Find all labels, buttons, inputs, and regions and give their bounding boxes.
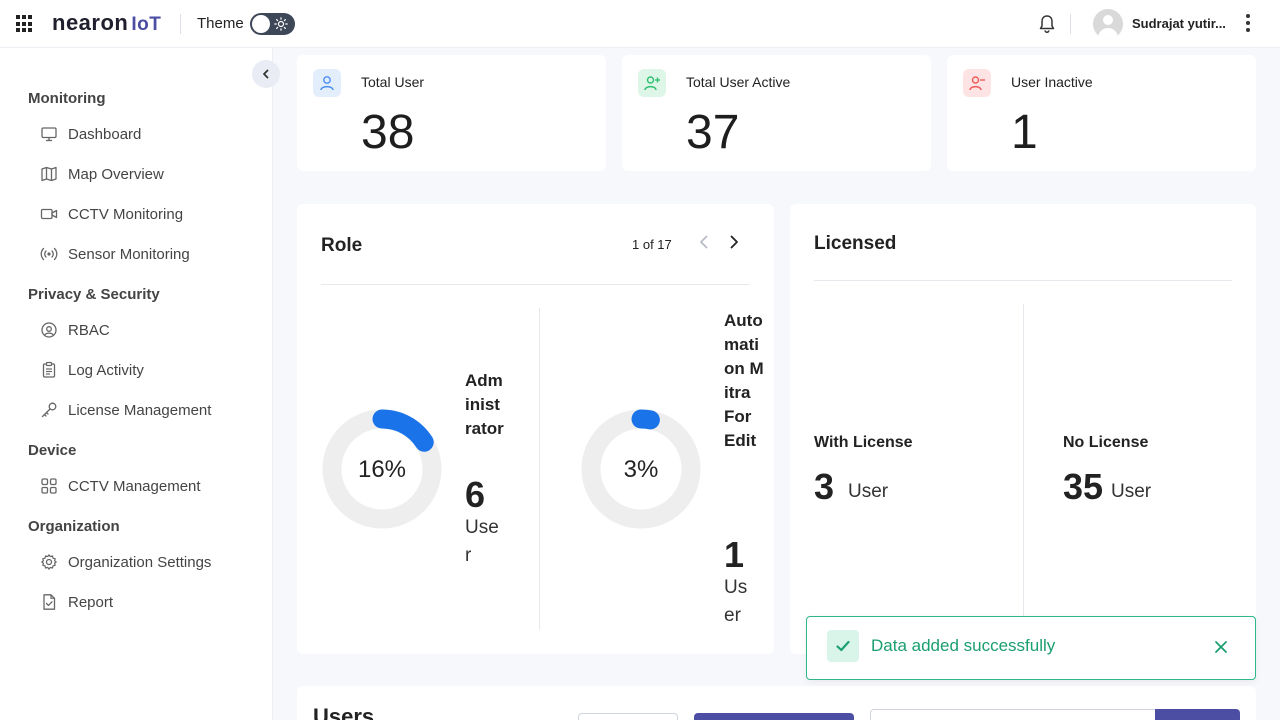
chevron-left-icon[interactable] [697,234,711,250]
users-search-button[interactable] [1155,709,1240,720]
sidebar-item-map-overview[interactable]: Map Overview [40,162,164,186]
header-divider [180,14,181,34]
theme-toggle[interactable] [250,13,295,35]
no-license-label: No License [1063,434,1149,451]
sidebar: Monitoring Dashboard Map Overview CCTV M… [0,48,280,720]
more-menu-icon[interactable] [1245,14,1251,34]
sidebar-item-license-management[interactable]: License Management [40,398,211,422]
bell-icon[interactable] [1036,13,1058,35]
sidebar-item-label: Sensor Monitoring [68,245,190,263]
user-icon [313,69,341,97]
stat-label: Total User Active [686,74,791,90]
sidebar-item-report[interactable]: Report [40,590,113,614]
check-icon [827,630,859,662]
sidebar-item-rbac[interactable]: RBAC [40,318,110,342]
apps-grid-icon[interactable] [16,15,34,33]
sidebar-item-cctv-management[interactable]: CCTV Management [40,474,201,498]
donut-arc [372,409,434,452]
users-add-button[interactable] [694,713,854,720]
clipboard-icon [42,361,56,378]
role-name: Administrator [465,371,504,438]
section-title-device: Device [28,442,77,459]
role-count: 6 [465,474,486,515]
role-count: 1 [724,534,745,575]
stat-label: User Inactive [1011,74,1093,90]
stat-value: 38 [361,106,415,159]
sidebar-item-label: RBAC [68,321,110,339]
header-divider [1070,14,1071,34]
rbac-icon [41,322,57,338]
stat-card-total-user: Total User 38 [297,55,606,171]
close-icon[interactable] [1213,639,1229,655]
donut-arc [631,409,660,430]
sidebar-item-log-activity[interactable]: Log Activity [40,358,144,382]
role-card-title: Role [321,235,363,256]
role-unit: User [465,517,499,566]
sidebar-item-label: CCTV Monitoring [68,205,184,223]
user-name[interactable]: Sudrajat yutir... [1132,16,1226,31]
sidebar-item-label: License Management [68,401,212,419]
role-percent-label: 16% [357,456,407,483]
with-license-value: 3 [814,466,835,507]
stat-value: 1 [1011,106,1038,159]
map-icon [41,166,57,182]
users-card-title: Users [313,704,375,720]
role-pager-text: 1 of 17 [632,237,672,252]
sidebar-item-label: Dashboard [68,125,142,143]
app-logo[interactable]: nearon IoT [52,10,161,36]
stat-value: 37 [686,106,740,159]
toast-message: Data added successfully [871,636,1056,655]
collapse-sidebar-button[interactable] [252,60,280,88]
sidebar-item-label: Log Activity [68,361,144,379]
grid-icon [41,478,57,494]
sidebar-item-label: Report [68,593,114,611]
licensed-column-divider [1023,304,1024,634]
chevron-left-icon [263,69,269,79]
role-unit: User [724,577,748,626]
top-bar: nearon IoT Theme Sudrajat yutir... [0,0,1280,48]
sidebar-item-sensor-monitoring[interactable]: Sensor Monitoring [40,242,190,266]
monitor-icon [41,127,57,142]
sidebar-item-label: CCTV Management [68,477,201,495]
gear-icon [41,554,57,570]
licensed-card-title: Licensed [814,233,897,254]
role-percent-label: 3% [623,456,659,483]
sensor-icon [40,247,58,261]
role-name: Automation Mitra For Edit [724,311,764,450]
video-camera-icon [40,208,58,220]
users-search-input[interactable] [870,709,1160,720]
with-license-label: With License [814,434,913,451]
stat-card-user-inactive: User Inactive 1 [947,55,1256,171]
avatar[interactable] [1093,9,1123,39]
chevron-right-icon[interactable] [727,234,741,250]
no-license-unit: User [1111,481,1152,502]
licensed-divider [814,280,1232,281]
section-title-monitoring: Monitoring [28,90,106,107]
key-icon [41,402,57,418]
sidebar-item-label: Organization Settings [68,553,212,571]
stat-label: Total User [361,74,425,90]
users-filter-button[interactable] [578,713,678,720]
sidebar-item-dashboard[interactable]: Dashboard [40,122,141,146]
section-title-privacy-security: Privacy & Security [28,286,160,303]
toggle-knob [252,15,270,33]
document-check-icon [43,594,56,610]
role-card: Role 1 of 17 16% Administrator 6 User 3%… [297,204,774,654]
licensed-card: Licensed With License 3 User No License … [790,204,1256,654]
theme-label: Theme [197,15,244,32]
stat-card-total-user-active: Total User Active 37 [622,55,931,171]
sidebar-item-cctv-monitoring[interactable]: CCTV Monitoring [40,202,183,226]
sun-icon [274,17,288,31]
sidebar-item-organization-settings[interactable]: Organization Settings [40,550,211,574]
role-divider [321,284,750,285]
section-title-organization: Organization [28,518,120,535]
role-column-divider [539,308,540,630]
with-license-unit: User [848,481,889,502]
success-toast: Data added successfully [806,616,1256,680]
no-license-value: 35 [1063,466,1104,507]
user-plus-icon [638,69,666,97]
user-minus-icon [963,69,991,97]
sidebar-item-label: Map Overview [68,165,164,183]
